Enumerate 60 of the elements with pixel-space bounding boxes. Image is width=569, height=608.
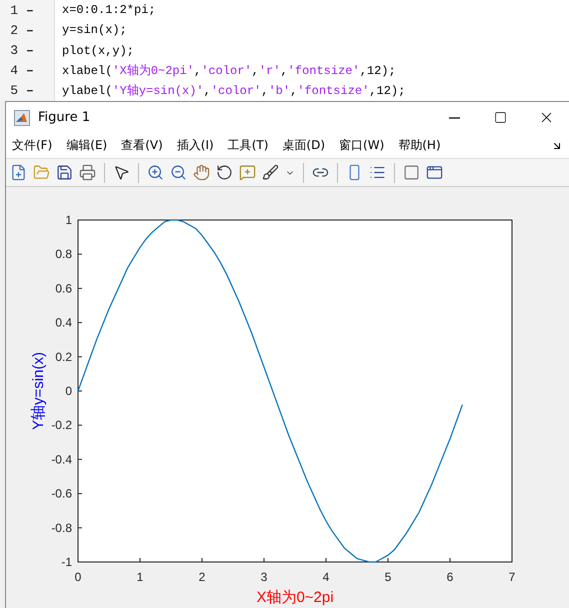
printer-icon[interactable] — [77, 162, 98, 183]
tick-label: -0.8 — [51, 520, 72, 535]
tick-label: 7 — [508, 570, 516, 584]
code-line: x=0:0.1:2*pi; — [62, 3, 156, 18]
line-number: 5 — [9, 83, 18, 98]
menu-item[interactable]: 查看(V) — [121, 137, 163, 154]
app-logo-icon — [14, 110, 30, 126]
tick-label: -0.2 — [51, 418, 72, 432]
breakpoint-marker[interactable]: – — [26, 2, 34, 18]
tick-label: 3 — [260, 570, 268, 584]
tick-label: 4 — [322, 570, 330, 584]
tick-label: 0.6 — [55, 281, 72, 296]
line-number: 2 — [9, 22, 18, 38]
breakpoint-marker[interactable]: – — [26, 83, 34, 98]
menu-item[interactable]: 工具(T) — [228, 137, 268, 154]
tick-label: -0.6 — [51, 486, 72, 501]
tick-label: -1 — [61, 555, 72, 569]
tick-label: 0 — [65, 384, 72, 398]
hand-icon[interactable] — [191, 162, 212, 183]
code-line: plot(x,y); — [62, 44, 134, 58]
y-tick — [78, 288, 82, 289]
y-tick — [78, 493, 82, 494]
tick-label: 0 — [74, 570, 82, 584]
tick-label: 0.2 — [55, 350, 72, 364]
tick-label: 0.8 — [55, 247, 72, 262]
code-line: xlabel('X轴为0~2pi','color','r','fontsize',12); — [62, 63, 396, 80]
tick-label: 1 — [65, 213, 72, 227]
tick-label: 1 — [136, 570, 144, 584]
menu-item[interactable]: 窗口(W) — [339, 137, 384, 154]
line-number: 3 — [9, 43, 18, 58]
maximize-icon — [494, 111, 506, 124]
tick-label: -0.4 — [51, 452, 72, 466]
minimize-icon — [448, 116, 460, 118]
menu-item[interactable]: 桌面(D) — [282, 137, 326, 154]
y-tick — [78, 254, 82, 255]
breakpoint-marker[interactable]: – — [26, 63, 34, 78]
line-number: 4 — [9, 63, 18, 78]
y-tick — [78, 356, 82, 358]
menu-item[interactable]: 插入(I) — [176, 137, 214, 154]
tick-label: 2 — [198, 570, 206, 584]
code-line: ylabel('Y轴y=sin(x)','color','b','fontsize',12); — [62, 83, 406, 100]
tick-label: 5 — [384, 570, 392, 584]
breakpoint-marker[interactable]: – — [26, 43, 34, 58]
code-editor[interactable]: 1 – x=0:0.1:2*pi; 2 – y=sin(x); 3 – plot(x,y); 4 – xlabel('X轴为0~2pi','color','r','fontsize',12); 5 – ylabel('Y轴y=sin(x)','color','b','fontsize',12); — [0, 0, 569, 101]
tick-label: 0.4 — [55, 316, 72, 330]
window-title: Figure 1 — [38, 110, 92, 125]
y-tick — [78, 390, 82, 392]
y-tick — [78, 527, 82, 528]
y-axis-label: Y轴y=sin(x) — [30, 352, 47, 430]
x-axis-label: X轴为0~2pi — [256, 589, 334, 606]
code-line: y=sin(x); — [62, 23, 127, 38]
y-tick — [78, 424, 82, 426]
tick-label: 6 — [446, 570, 454, 584]
line-number: 1 — [9, 2, 18, 18]
menu-item[interactable]: 文件(F) — [12, 137, 52, 154]
y-tick — [78, 458, 82, 460]
menu-item[interactable]: 编辑(E) — [66, 137, 108, 154]
y-tick — [78, 322, 82, 324]
breakpoint-marker[interactable]: – — [26, 22, 34, 38]
menu-item[interactable]: 帮助(H) — [398, 137, 441, 154]
